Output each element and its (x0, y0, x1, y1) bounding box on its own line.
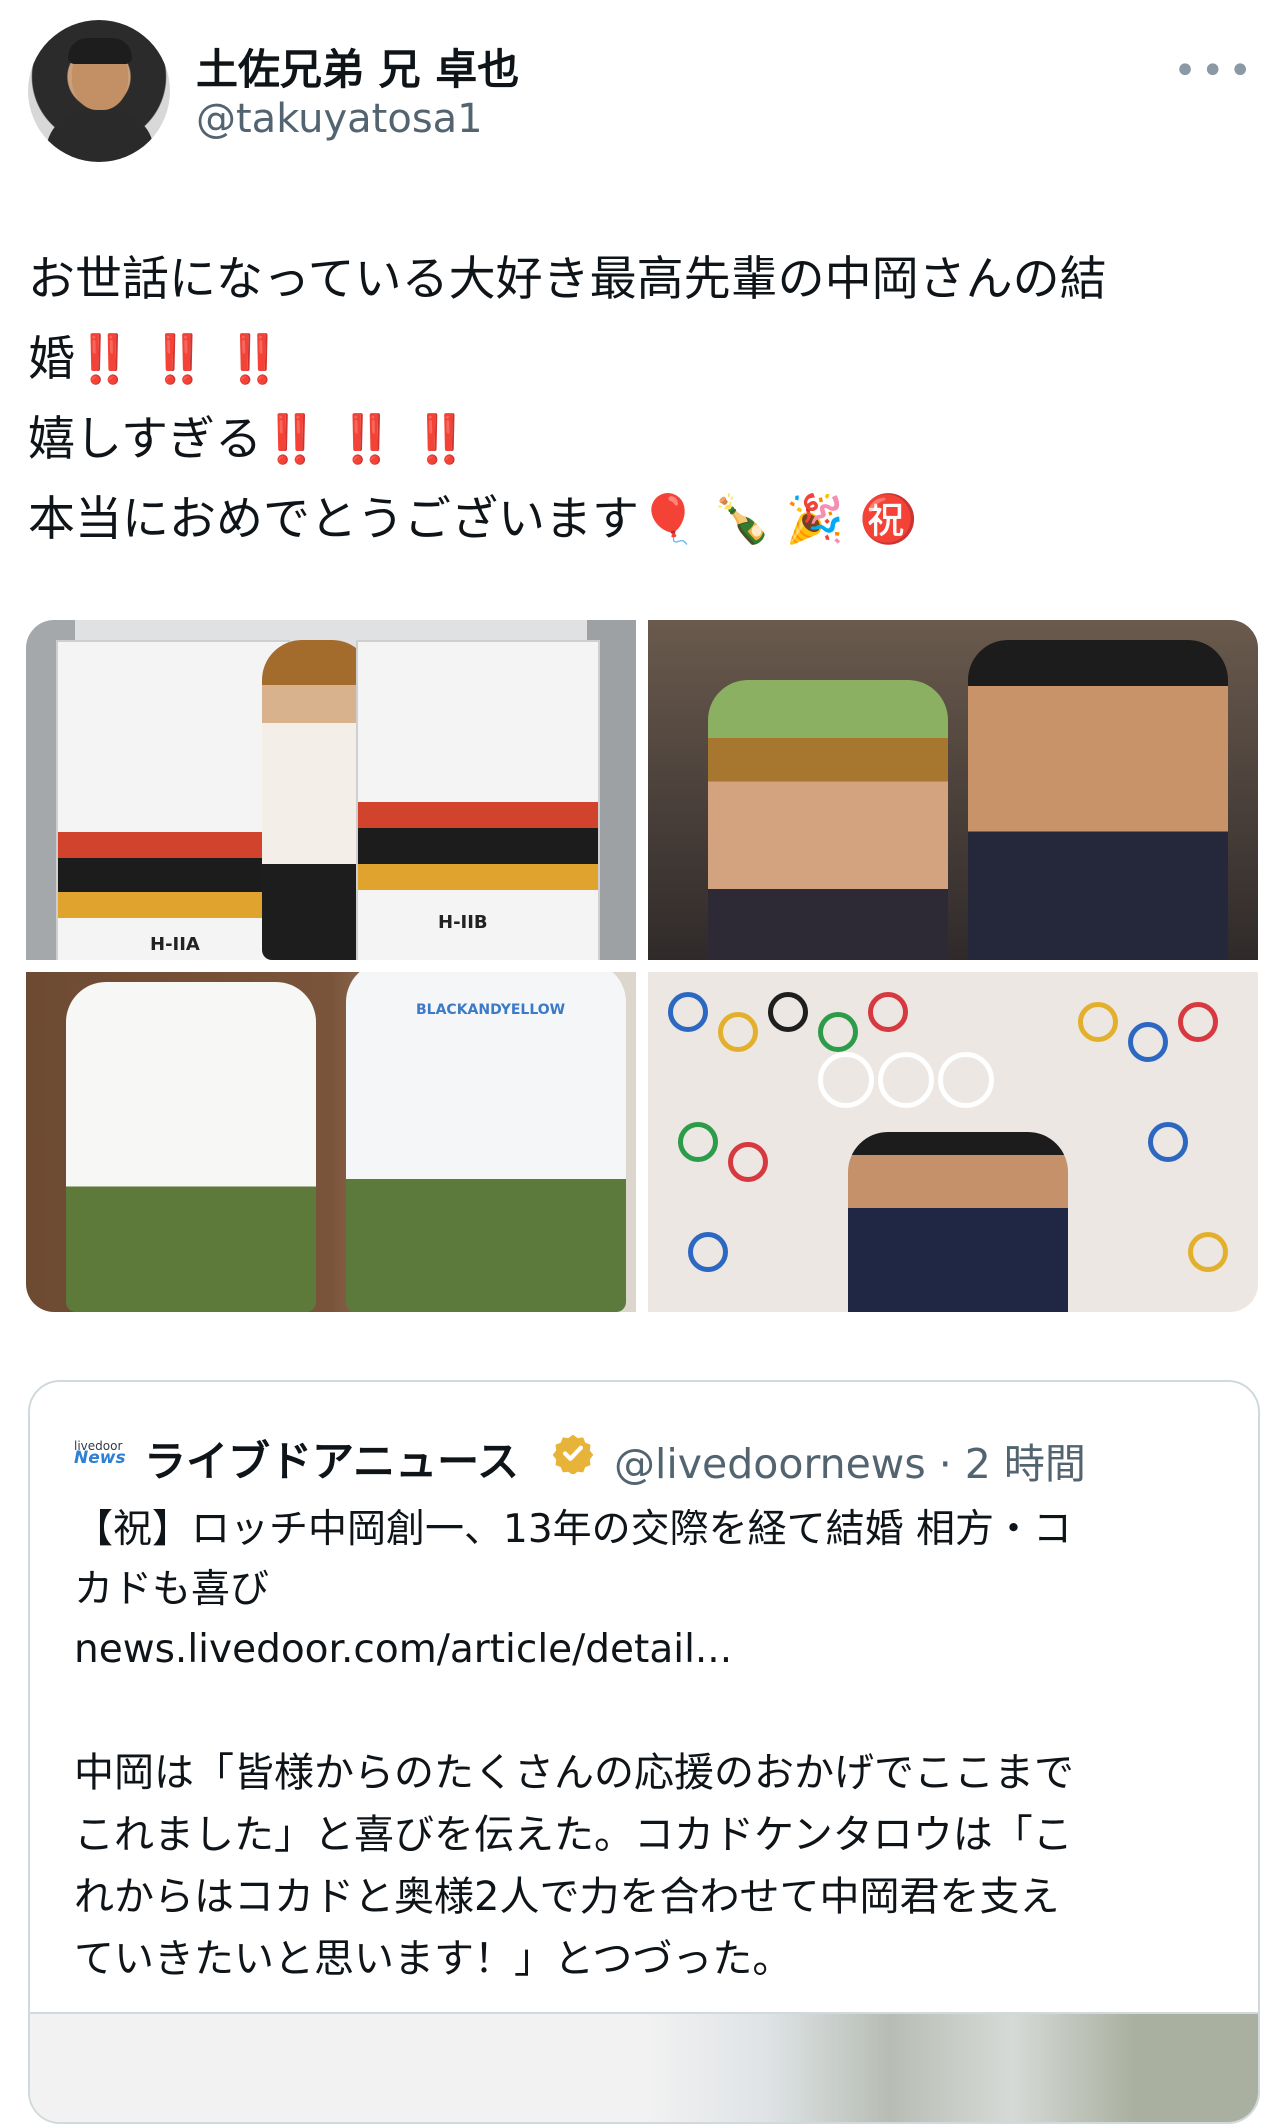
tweet-line-4: 本当におめでとうございます (28, 492, 639, 547)
tweet-text: お世話になっている大好き最高先輩の中岡さんの結 婚‼️ ‼️ ‼️ 嬉しすぎる‼… (28, 240, 1258, 560)
quoted-tweet[interactable]: livedoor News ライブドアニュース @livedoornews · … (28, 1380, 1260, 2124)
rocket-stripe (358, 828, 598, 864)
ring (818, 1052, 874, 1108)
author-handle[interactable]: @takuyatosa1 (196, 96, 483, 142)
ring (1178, 1002, 1218, 1042)
avatar-suit (46, 112, 154, 162)
rocket-stripe (58, 832, 288, 858)
quoted-headline[interactable]: 【祝】ロッチ中岡創一、13年の交際を経て結婚 相方・コ カドも喜び news.l… (74, 1500, 1224, 1680)
ring (678, 1122, 718, 1162)
logo-bottom: News (74, 1448, 126, 1468)
shirt-print: BLACKANDYELLOW (416, 1002, 566, 1018)
ring (818, 1012, 858, 1052)
rocket-label-left: H-IIA (150, 934, 200, 955)
person-figure (848, 1132, 1068, 1312)
quoted-body: 中岡は「皆様からのたくさんの応援のおかげでここまで これました」と喜びを伝えた。… (74, 1750, 1074, 1982)
photo-olympic-rings[interactable] (648, 972, 1258, 1312)
ring (668, 992, 708, 1032)
rocket-stripe (58, 858, 288, 892)
ring (728, 1142, 768, 1182)
tweet-line-1: お世話になっている大好き最高先輩の中岡さんの結 (28, 252, 1107, 307)
person-figure (66, 982, 316, 1312)
person-figure (968, 640, 1228, 960)
ring (1078, 1002, 1118, 1042)
photo-selfie[interactable] (648, 620, 1258, 960)
rocket-stripe (358, 802, 598, 828)
rocket-stripe (358, 864, 598, 890)
double-exclamation-icon: ‼️ ‼️ ‼️ (262, 412, 471, 467)
quoted-link-image[interactable] (30, 2012, 1258, 2122)
author-name[interactable]: 土佐兄弟 兄 卓也 (196, 36, 519, 97)
photo-rocket-cutout[interactable]: H-IIA H-IIB (26, 620, 636, 960)
ring (1128, 1022, 1168, 1062)
quoted-handle-time: @livedoornews · 2 時間 (614, 1440, 1086, 1488)
ring (878, 1052, 934, 1108)
ring (1188, 1232, 1228, 1272)
rocket-panel-left: H-IIA (56, 640, 290, 960)
person-figure: BLACKANDYELLOW (346, 972, 626, 1312)
tweet-line-2: 婚 (28, 332, 75, 387)
rocket-panel-right: H-IIB (356, 640, 600, 960)
rocket-label-right: H-IIB (438, 912, 488, 933)
ring (938, 1052, 994, 1108)
tweet-line-3: 嬉しすぎる (28, 412, 263, 467)
person-figure (708, 680, 948, 960)
ring (768, 992, 808, 1032)
more-horizontal-icon[interactable]: ••• (1173, 48, 1256, 94)
verified-badge-icon (552, 1434, 594, 1474)
ring (868, 992, 908, 1032)
quoted-author-name[interactable]: ライブドアニュース (144, 1428, 519, 1489)
photo-tshirts[interactable]: BLACKANDYELLOW (26, 972, 636, 1312)
author-avatar[interactable] (28, 20, 170, 162)
double-exclamation-icon: ‼️ ‼️ ‼️ (75, 332, 284, 387)
celebration-emoji-icons: 🎈 🍾 🎉 ㊗️ (639, 492, 918, 547)
media-grid: H-IIA H-IIB BLACKANDYELLOW (26, 620, 1258, 1312)
ring (718, 1012, 758, 1052)
livedoor-logo-icon: livedoor News (74, 1440, 126, 1470)
avatar-hair (68, 38, 132, 64)
tweet-header: 土佐兄弟 兄 卓也 @takuyatosa1 ••• (28, 20, 1256, 170)
ring (1148, 1122, 1188, 1162)
rocket-stripe (58, 892, 288, 918)
ring (688, 1232, 728, 1272)
